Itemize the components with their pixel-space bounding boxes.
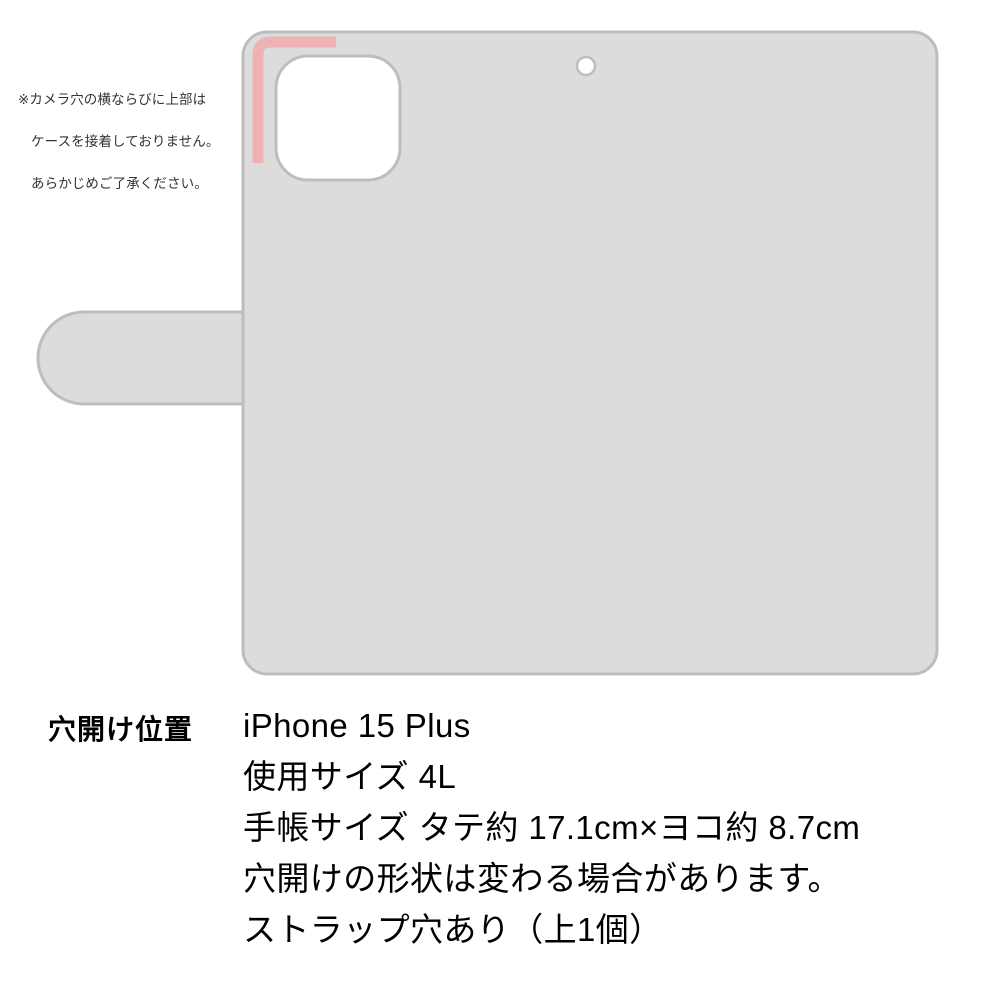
camera-note-line-3: あらかじめご了承ください。 bbox=[31, 176, 208, 191]
tab-body-seam bbox=[246, 315, 304, 401]
spec-line-model: iPhone 15 Plus bbox=[243, 707, 471, 744]
camera-note-line-1: ※カメラ穴の横ならびに上部は bbox=[18, 92, 207, 107]
spec-line-list: iPhone 15 Plus 使用サイズ 4L 手帳サイズ タテ約 17.1cm… bbox=[243, 700, 983, 955]
spec-line-shape-disclaimer: 穴開けの形状は変わる場合があります。 bbox=[243, 860, 841, 897]
spec-line-dimensions: 手帳サイズ タテ約 17.1cm×ヨコ約 8.7cm bbox=[243, 809, 861, 846]
spec-block: 穴開け位置 iPhone 15 Plus 使用サイズ 4L 手帳サイズ タテ約 … bbox=[0, 700, 1000, 1000]
spec-line-strap-hole: ストラップ穴あり（上1個） bbox=[243, 911, 663, 948]
hole-position-label: 穴開け位置 bbox=[48, 714, 194, 745]
flash-hole bbox=[575, 55, 597, 77]
camera-cutout bbox=[274, 54, 402, 182]
camera-note: ※カメラ穴の横ならびに上部は ケースを接着しておりません。 あらかじめご了承くだ… bbox=[18, 68, 233, 215]
spec-line-size-class: 使用サイズ 4L bbox=[243, 758, 457, 795]
camera-note-line-2: ケースを接着しておりません。 bbox=[31, 134, 220, 149]
